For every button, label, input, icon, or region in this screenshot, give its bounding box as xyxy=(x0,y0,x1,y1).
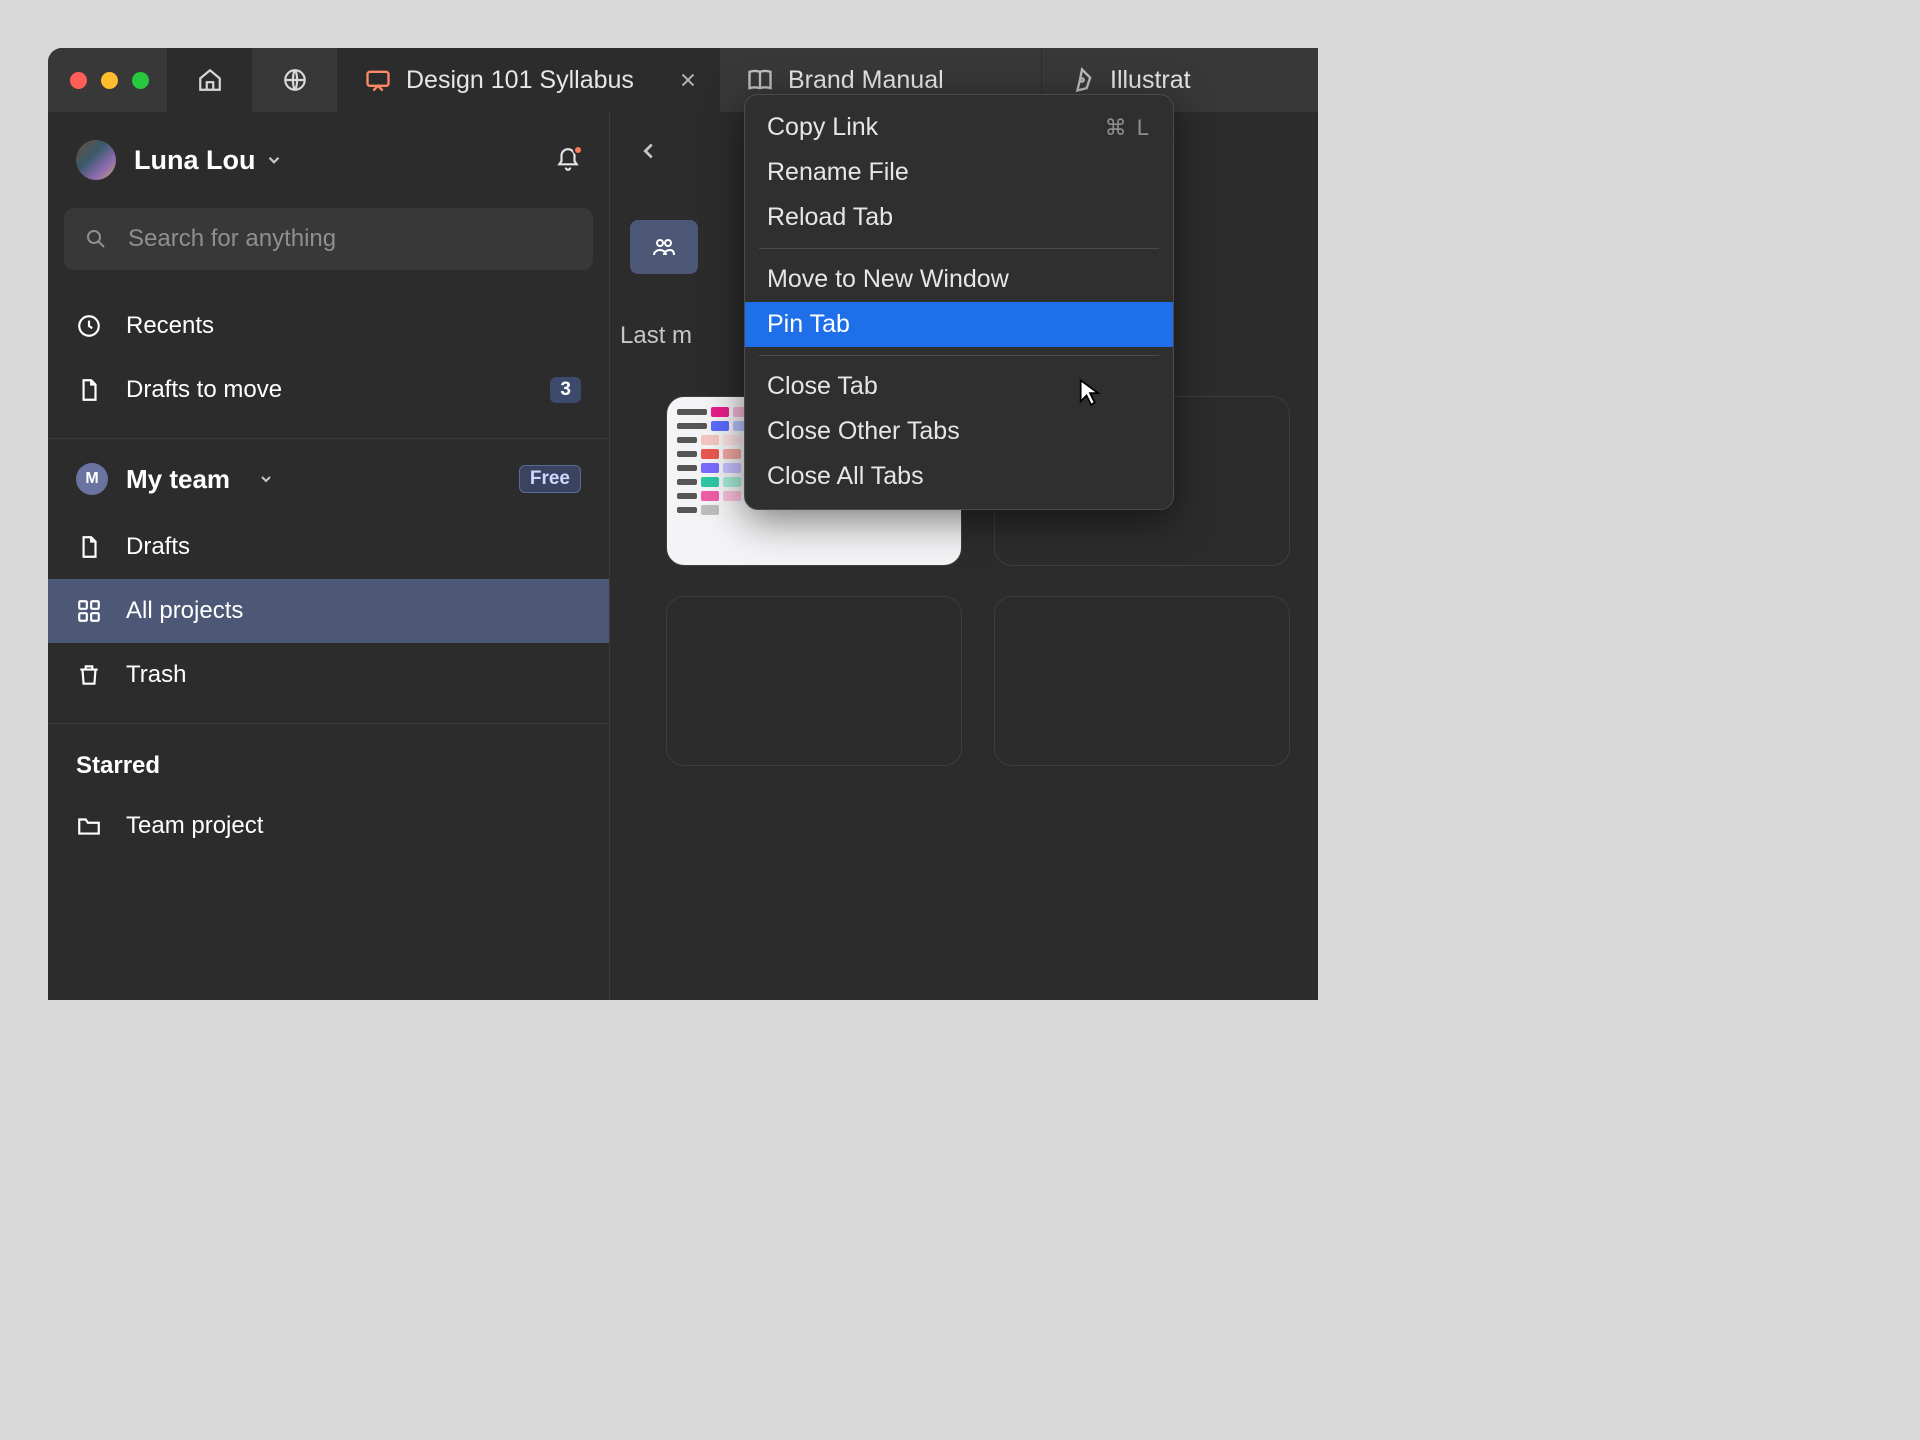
book-icon xyxy=(746,66,774,94)
chevron-left-icon xyxy=(638,140,660,162)
sidebar-item-drafts-to-move[interactable]: Drafts to move 3 xyxy=(48,358,609,422)
grid-icon xyxy=(76,598,102,624)
account-switcher[interactable]: Luna Lou xyxy=(48,112,609,200)
sidebar-item-label: Drafts xyxy=(126,533,190,561)
menu-item-label: Close Tab xyxy=(767,372,878,401)
team-switcher[interactable]: M My team Free xyxy=(48,449,609,509)
sidebar-item-label: Trash xyxy=(126,661,186,689)
sidebar-item-team-project[interactable]: Team project xyxy=(48,794,609,858)
menu-item-label: Close Other Tabs xyxy=(767,417,960,446)
search-icon xyxy=(84,227,108,251)
tab-context-menu: Copy Link ⌘ L Rename File Reload Tab Mov… xyxy=(744,94,1174,510)
divider xyxy=(48,438,609,439)
menu-close-other-tabs[interactable]: Close Other Tabs xyxy=(745,409,1173,454)
sidebar-item-label: Team project xyxy=(126,812,263,840)
search-field[interactable] xyxy=(64,208,593,270)
app-window: Design 101 Syllabus Brand Manual Illustr… xyxy=(48,48,1318,1000)
divider xyxy=(48,723,609,724)
people-icon xyxy=(652,235,676,259)
sidebar: Luna Lou Recents Drafts t xyxy=(48,112,610,1000)
file-card-empty[interactable] xyxy=(994,596,1290,766)
presentation-icon xyxy=(364,66,392,94)
menu-item-label: Copy Link xyxy=(767,113,878,142)
globe-icon xyxy=(282,67,308,93)
chevron-down-icon xyxy=(258,471,274,487)
sidebar-item-label: Drafts to move xyxy=(126,376,282,404)
back-button[interactable] xyxy=(638,140,660,162)
avatar xyxy=(76,140,116,180)
tab-label: Design 101 Syllabus xyxy=(406,66,634,95)
team-name: My team xyxy=(126,464,230,495)
plan-badge: Free xyxy=(519,465,581,493)
file-card-empty[interactable] xyxy=(666,596,962,766)
maximize-window-button[interactable] xyxy=(132,72,149,89)
sidebar-item-drafts[interactable]: Drafts xyxy=(48,515,609,579)
tab-label: Illustrat xyxy=(1110,66,1191,95)
minimize-window-button[interactable] xyxy=(101,72,118,89)
sidebar-item-trash[interactable]: Trash xyxy=(48,643,609,707)
menu-item-shortcut: ⌘ L xyxy=(1105,115,1151,141)
tab-design-101[interactable]: Design 101 Syllabus xyxy=(337,48,719,112)
team-avatar: M xyxy=(76,463,108,495)
file-icon xyxy=(76,377,102,403)
folder-icon xyxy=(76,813,102,839)
menu-item-label: Rename File xyxy=(767,158,909,187)
menu-item-label: Move to New Window xyxy=(767,265,1009,294)
menu-item-label: Close All Tabs xyxy=(767,462,924,491)
file-icon xyxy=(76,534,102,560)
filter-pill[interactable] xyxy=(630,220,698,274)
menu-divider xyxy=(759,248,1159,249)
close-icon[interactable] xyxy=(677,69,699,91)
window-controls xyxy=(48,48,167,112)
starred-section-title: Starred xyxy=(48,734,609,788)
sidebar-item-recents[interactable]: Recents xyxy=(48,294,609,358)
menu-item-label: Reload Tab xyxy=(767,203,893,232)
search-input[interactable] xyxy=(128,225,573,253)
menu-move-new-window[interactable]: Move to New Window xyxy=(745,257,1173,302)
menu-close-all-tabs[interactable]: Close All Tabs xyxy=(745,454,1173,499)
menu-rename-file[interactable]: Rename File xyxy=(745,150,1173,195)
menu-close-tab[interactable]: Close Tab xyxy=(745,364,1173,409)
pen-icon xyxy=(1068,66,1096,94)
menu-divider xyxy=(759,355,1159,356)
home-tab[interactable] xyxy=(167,48,252,112)
menu-pin-tab[interactable]: Pin Tab xyxy=(745,302,1173,347)
notifications-button[interactable] xyxy=(555,147,581,173)
chevron-down-icon xyxy=(265,151,283,169)
community-tab[interactable] xyxy=(252,48,337,112)
trash-icon xyxy=(76,662,102,688)
tab-label: Brand Manual xyxy=(788,66,944,95)
sidebar-item-label: Recents xyxy=(126,312,214,340)
close-window-button[interactable] xyxy=(70,72,87,89)
home-icon xyxy=(197,67,223,93)
clock-icon xyxy=(76,313,102,339)
sidebar-item-label: All projects xyxy=(126,597,243,625)
sidebar-item-all-projects[interactable]: All projects xyxy=(48,579,609,643)
menu-item-label: Pin Tab xyxy=(767,310,850,339)
menu-copy-link[interactable]: Copy Link ⌘ L xyxy=(745,105,1173,150)
notification-dot xyxy=(573,145,583,155)
drafts-count-badge: 3 xyxy=(550,377,581,403)
user-name: Luna Lou xyxy=(134,145,255,176)
menu-reload-tab[interactable]: Reload Tab xyxy=(745,195,1173,240)
